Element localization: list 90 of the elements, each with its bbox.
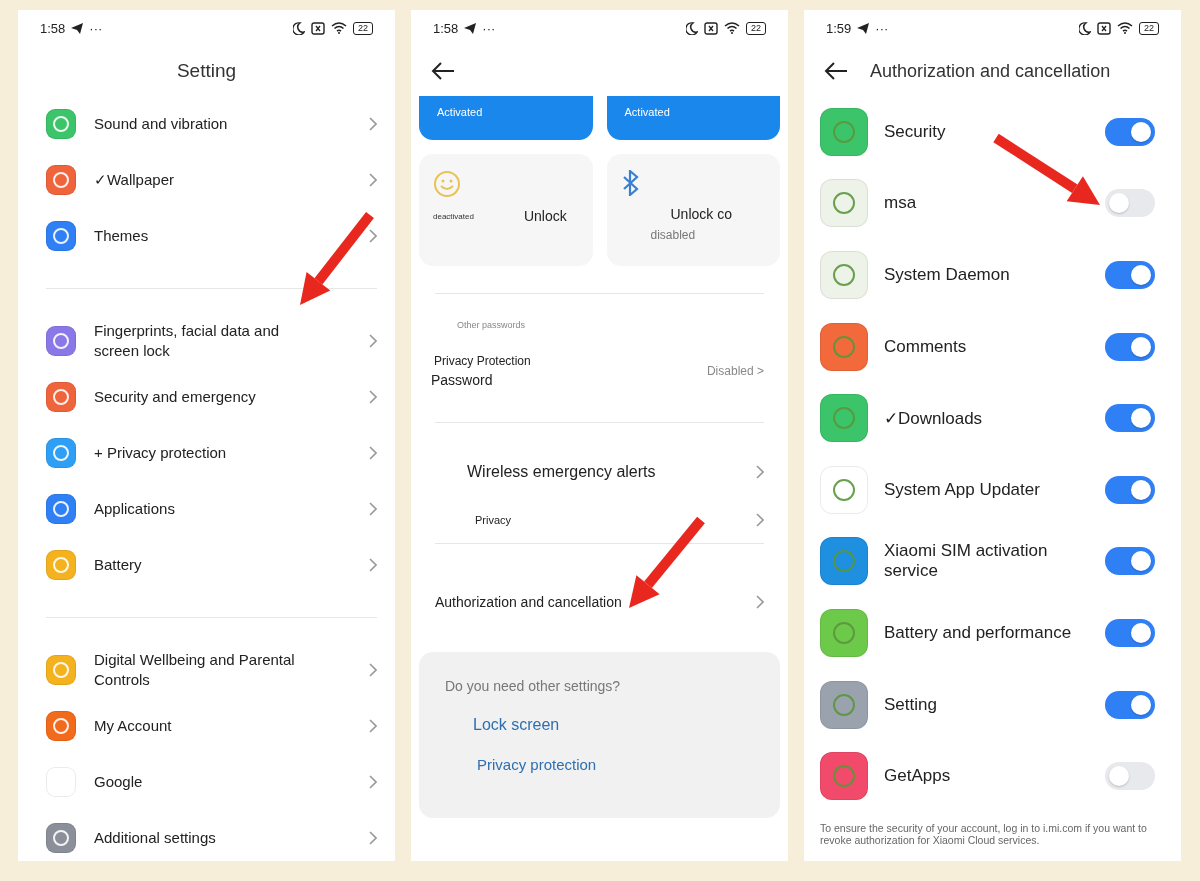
chevron-icon [756,465,764,479]
suggestion-link[interactable]: Privacy protection [445,756,597,773]
chevron-icon [369,173,377,187]
wifi-icon [1117,22,1133,34]
chevron-icon [756,595,764,609]
app-name: msa [884,193,918,214]
app-name: System Daemon [884,265,1011,285]
toggle-switch[interactable] [1105,189,1155,218]
app-name: Security [884,121,947,142]
status-card[interactable]: Activated [606,96,780,140]
footer-note: To ensure the security of your account, log in to i.mi.com if you want to revoke authorization for Xiaomi Cloud services. [820,821,1148,846]
app-name: ✓Downloads [884,407,984,429]
status-time: 1:58 [433,20,459,36]
send-icon [857,22,870,34]
battery-indicator: 22 [353,21,373,35]
wifi-icon [331,22,347,34]
tile-note: disabled [650,228,697,242]
toggle-switch[interactable] [1105,690,1155,719]
chevron-icon [369,446,377,460]
settings-item[interactable]: Sound and vibration [18,96,395,152]
settings-item[interactable]: Google [18,754,395,810]
settings-item[interactable]: + Privacy protection [18,425,395,481]
tile-note: deactivated [433,211,474,221]
chevron-icon [369,334,377,348]
page-title: Setting [176,60,237,82]
moon-icon [1079,21,1091,35]
more-dots: ··· [89,20,103,36]
settings-item[interactable]: Themes [18,208,395,264]
toggle-switch[interactable] [1105,117,1155,146]
more-dots: ··· [875,20,889,36]
moon-icon [686,21,698,35]
chevron-icon [369,229,377,243]
app-name: System App Updater [884,479,1041,500]
settings-item[interactable]: Privacy [411,497,788,543]
toggle-switch[interactable] [1105,261,1155,289]
settings-item[interactable]: Battery [18,537,395,593]
status-time: 1:59 [826,20,852,36]
settings-item[interactable]: Security and emergency [18,369,395,425]
settings-item[interactable]: Wireless emergency alerts [411,423,788,497]
chevron-icon [369,558,377,572]
page-title: Authorization and cancellation [870,60,1111,82]
send-icon [71,22,84,34]
app-name: Setting [884,694,938,715]
status-time: 1:58 [40,20,66,36]
moon-icon [293,21,305,35]
unlock-tile[interactable]: deactivated Unlock [419,154,593,266]
section-header: Other passwords [457,320,526,330]
chevron-icon [756,513,764,527]
smiley-icon [433,170,461,198]
send-icon [464,22,477,34]
status-card[interactable]: Activated [419,96,593,140]
suggestion-link[interactable]: Lock screen [445,716,560,734]
wifi-icon [724,22,740,34]
sim-icon [704,21,718,35]
app-name: Comments [884,336,968,357]
battery-indicator: 22 [746,21,766,35]
settings-item[interactable]: Digital Wellbeing and Parental Controls [18,642,395,698]
sim-icon [311,21,325,35]
back-arrow-icon[interactable] [431,62,455,80]
settings-item[interactable]: Privacy Protection Password Disabled > [411,340,788,422]
chevron-icon [369,831,377,845]
app-name: GetApps [884,766,952,787]
chevron-icon [369,502,377,516]
suggestion-title: Do you need other settings? [445,678,622,694]
toggle-switch[interactable] [1105,618,1155,647]
chevron-icon [369,663,377,677]
settings-item[interactable]: Applications [18,481,395,537]
toggle-switch[interactable] [1105,762,1155,791]
app-name: Battery and performance [884,622,1073,643]
chevron-icon [369,775,377,789]
settings-item[interactable]: ✓Wallpaper [18,152,395,208]
toggle-switch[interactable] [1105,404,1155,433]
unlock-tile[interactable]: Unlock co disabled [606,154,780,266]
chevron-icon [369,390,377,404]
settings-item[interactable]: My Account [18,698,395,754]
toggle-switch[interactable] [1105,332,1155,361]
settings-item[interactable]: Fingerprints, facial data and screen lock [18,313,395,369]
settings-item[interactable]: Authorization and cancellation [411,544,788,652]
tile-label: Unlock [523,208,567,224]
tile-label: Unlock co [670,206,733,222]
sim-icon [1097,21,1111,35]
chevron-icon [369,117,377,131]
app-name: Xiaomi SIM activation service [884,541,1049,582]
toggle-switch[interactable] [1105,547,1155,576]
toggle-switch[interactable] [1105,475,1155,504]
settings-item[interactable]: Additional settings [18,810,395,861]
battery-indicator: 22 [1139,21,1159,35]
back-arrow-icon[interactable] [824,62,848,80]
more-dots: ··· [482,20,496,36]
chevron-icon [369,719,377,733]
